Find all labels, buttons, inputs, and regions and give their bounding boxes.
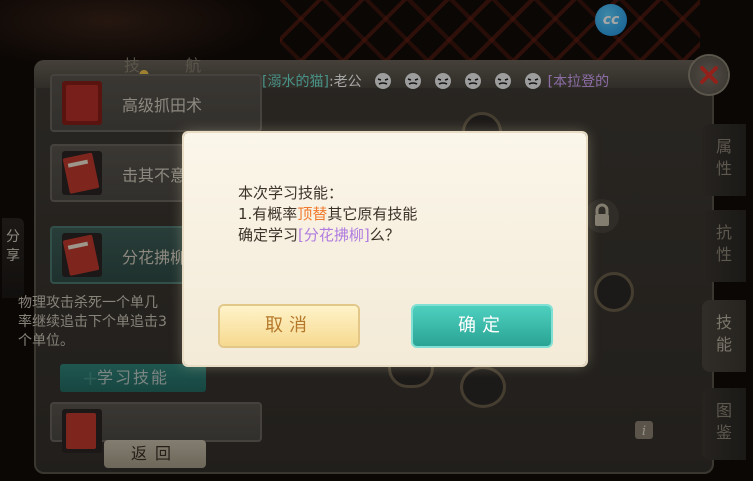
dialog-line-3: 确定学习[分花拂柳]么？ (238, 226, 400, 244)
confirm-button[interactable]: 确定 (413, 306, 551, 346)
skill-highlight: [分花拂柳] (298, 226, 370, 244)
game-screen: 技 航 高级抓田术 击其不意 分花拂柳 物理攻击杀死一个单几率继续追击下个单追击… (0, 0, 753, 481)
replace-warning: 顶替 (297, 205, 328, 223)
dialog-line-1: 本次学习技能： (238, 184, 344, 202)
dialog-line-2: 1.有概率顶替其它原有技能 (238, 205, 418, 223)
dialog-message: 本次学习技能： 1.有概率顶替其它原有技能 确定学习[分花拂柳]么？ (238, 183, 417, 246)
cancel-button[interactable]: 取消 (220, 306, 358, 346)
learn-skill-dialog: 本次学习技能： 1.有概率顶替其它原有技能 确定学习[分花拂柳]么？ 取消 确定 (184, 133, 586, 365)
